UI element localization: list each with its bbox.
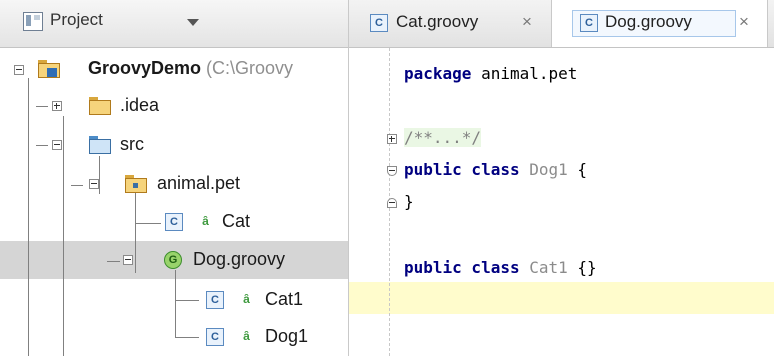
class-name: Dog1 — [529, 160, 568, 179]
close-icon[interactable]: × — [739, 12, 749, 32]
collapse-fold-icon[interactable] — [387, 166, 397, 176]
collapse-toggle[interactable] — [123, 255, 133, 265]
code-line: } — [404, 192, 414, 211]
tab-cat-groovy[interactable]: C Cat.groovy × — [349, 0, 552, 47]
code-line: public class Dog1 { — [404, 160, 587, 179]
tree-item-cat1[interactable]: Cat1 — [265, 289, 303, 310]
code-line: package animal.pet — [404, 64, 577, 83]
project-view-label[interactable]: Project — [50, 10, 103, 30]
project-tree: GroovyDemo (C:\Groovy .idea src animal.p… — [0, 48, 348, 356]
dropdown-arrow-icon[interactable] — [187, 19, 199, 26]
code-line: /**...*/ — [404, 128, 482, 147]
tree-guide-line — [135, 193, 136, 273]
module-folder-icon — [38, 60, 60, 78]
keyword: public class — [404, 160, 520, 179]
tree-item-root-name: GroovyDemo — [88, 58, 202, 78]
fold-end-icon[interactable] — [387, 198, 397, 208]
expand-toggle[interactable] — [52, 101, 62, 111]
tree-item-cat[interactable]: Cat — [222, 211, 250, 232]
tree-branch-line — [135, 223, 161, 224]
keyword: public class — [404, 258, 520, 277]
code-text: {} — [567, 258, 597, 277]
tree-guide-line — [175, 270, 176, 338]
tree-guide-line — [63, 116, 64, 356]
folder-icon — [89, 97, 111, 115]
class-name: Cat1 — [529, 258, 568, 277]
tree-item-idea[interactable]: .idea — [120, 95, 159, 116]
editor-tab-bar: C Cat.groovy × C Dog.groovy × — [349, 0, 774, 48]
project-view-icon — [23, 12, 43, 31]
tree-branch-line — [175, 337, 199, 338]
editor-panel: C Cat.groovy × C Dog.groovy × package an… — [349, 0, 774, 356]
tree-branch-line — [107, 261, 120, 262]
collapse-toggle[interactable] — [89, 179, 99, 189]
collapse-toggle[interactable] — [52, 140, 62, 150]
project-panel-header: Project — [0, 0, 348, 48]
project-tool-window: Project GroovyDemo (C:\Groovy .idea src … — [0, 0, 349, 356]
code-text: animal.pet — [471, 64, 578, 83]
tree-item-groovydemo[interactable]: GroovyDemo (C:\Groovy — [88, 58, 293, 79]
class-icon: C — [370, 14, 388, 32]
code-text: { — [567, 160, 588, 179]
tree-item-animal-pet[interactable]: animal.pet — [157, 173, 240, 194]
tree-guide-line — [28, 78, 29, 356]
code-line: public class Cat1 {} — [404, 258, 597, 277]
tree-item-src[interactable]: src — [120, 134, 144, 155]
collapse-toggle[interactable] — [14, 65, 24, 75]
tab-dog-groovy[interactable]: C Dog.groovy × — [552, 0, 768, 47]
source-folder-icon — [89, 136, 111, 154]
tree-branch-line — [36, 145, 48, 146]
folded-comment[interactable]: /**...*/ — [404, 128, 482, 147]
expand-fold-icon[interactable] — [387, 134, 397, 144]
tree-branch-line — [71, 185, 83, 186]
lock-icon: ȃ — [243, 329, 250, 343]
class-icon: C — [206, 291, 224, 309]
package-icon — [125, 175, 147, 193]
close-icon[interactable]: × — [522, 12, 532, 32]
ide-window: Project GroovyDemo (C:\Groovy .idea src … — [0, 0, 774, 356]
tree-branch-line — [175, 300, 199, 301]
tab-title: Cat.groovy — [396, 12, 479, 31]
class-icon: C — [580, 14, 598, 32]
class-icon: C — [206, 328, 224, 346]
tree-item-dog1[interactable]: Dog1 — [265, 326, 308, 347]
tree-branch-line — [36, 106, 48, 107]
tree-guide-line — [99, 156, 100, 194]
tree-item-root-path: (C:\Groovy — [206, 58, 294, 78]
current-line-highlight — [349, 282, 774, 314]
keyword: package — [404, 64, 472, 83]
tree-item-dog-groovy[interactable]: Dog.groovy — [193, 249, 285, 270]
groovy-file-icon: G — [164, 251, 182, 269]
class-icon: C — [165, 213, 183, 231]
code-text: } — [404, 192, 414, 211]
lock-icon: ȃ — [202, 214, 209, 228]
lock-icon: ȃ — [243, 292, 250, 306]
tab-title: Dog.groovy — [605, 12, 692, 31]
